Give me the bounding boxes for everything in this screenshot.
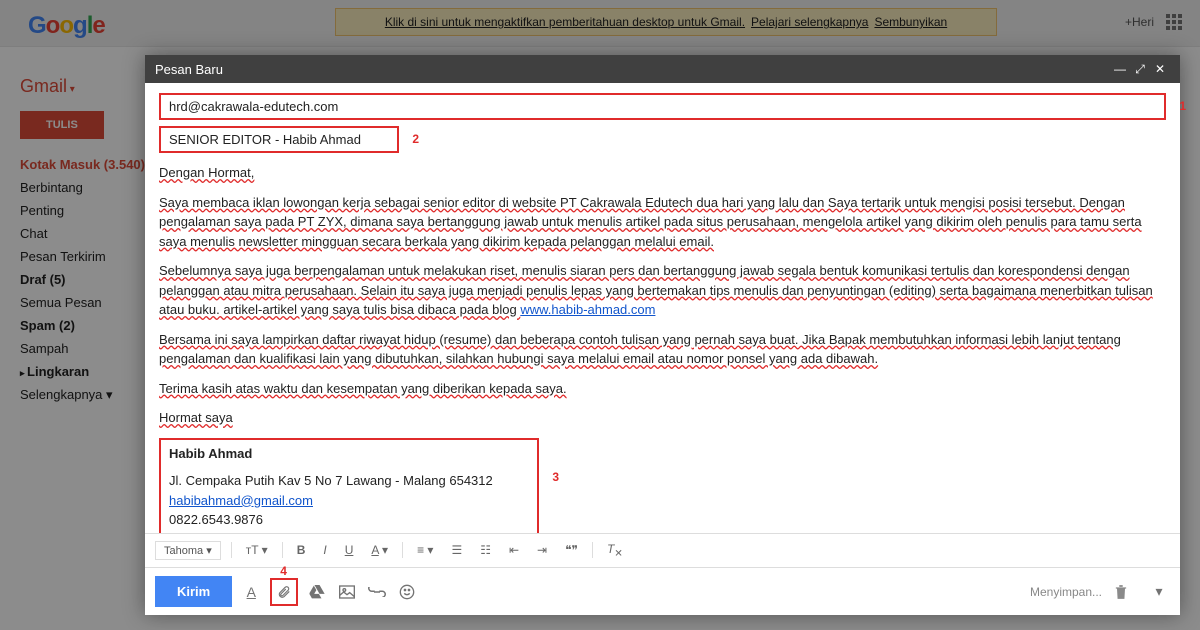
body-p2: Sebelumnya saya juga berpengalaman untuk…: [159, 263, 1153, 317]
send-button[interactable]: Kirim: [155, 576, 232, 607]
google-logo: Google: [28, 12, 105, 40]
drive-icon[interactable]: [306, 581, 328, 603]
user-area: +Heri: [1125, 14, 1182, 30]
sig-name: Habib Ahmad: [169, 444, 529, 464]
format-toolbar: Tahoma ▾ тT ▾ B I U A ▾ ≡ ▾ ☰ ☷ ⇤ ⇥ ❝❞ T…: [145, 533, 1180, 567]
italic-button[interactable]: I: [319, 541, 330, 559]
trash-icon[interactable]: [1110, 581, 1132, 603]
clear-format-button[interactable]: T✕: [603, 540, 627, 561]
annotation-3: 3: [552, 468, 559, 486]
subject-value: SENIOR EDITOR - Habib Ahmad: [169, 132, 361, 147]
notification-learn-link[interactable]: Pelajari selengkapnya: [751, 15, 868, 29]
bold-button[interactable]: B: [293, 541, 310, 559]
annotation-1: 1: [1179, 99, 1186, 113]
body-p1: Saya membaca iklan lowongan kerja sebaga…: [159, 195, 1142, 249]
photo-icon[interactable]: [336, 581, 358, 603]
body-p3: Bersama ini saya lampirkan daftar riwaya…: [159, 332, 1121, 367]
format-toggle-icon[interactable]: A: [240, 581, 262, 603]
link-icon[interactable]: [366, 581, 388, 603]
indent-less-button[interactable]: ⇤: [505, 541, 523, 559]
quote-button[interactable]: ❝❞: [561, 541, 582, 559]
subject-field[interactable]: SENIOR EDITOR - Habib Ahmad 2: [159, 126, 399, 153]
annotation-2: 2: [412, 132, 419, 146]
sig-address: Jl. Cempaka Putih Kav 5 No 7 Lawang - Ma…: [169, 471, 529, 491]
sig-phone: 0822.6543.9876: [169, 510, 529, 530]
annotation-4: 4: [280, 564, 287, 578]
more-options-icon[interactable]: ▾: [1148, 581, 1170, 603]
apps-icon[interactable]: [1166, 14, 1182, 30]
sig-email[interactable]: habibahmad@gmail.com: [169, 493, 313, 508]
user-name[interactable]: +Heri: [1125, 15, 1154, 29]
underline-button[interactable]: U: [341, 541, 358, 559]
signature-box: Habib Ahmad Jl. Cempaka Putih Kav 5 No 7…: [159, 438, 539, 533]
expand-icon[interactable]: ⤢: [1130, 62, 1150, 77]
emoji-icon[interactable]: [396, 581, 418, 603]
compose-title: Pesan Baru: [155, 62, 223, 77]
compose-body[interactable]: Dengan Hormat, Saya membaca iklan lowong…: [145, 159, 1180, 533]
numbered-list-button[interactable]: ☰: [447, 541, 466, 559]
compose-window: Pesan Baru — ⤢ ✕ hrd@cakrawala-edutech.c…: [145, 55, 1180, 615]
body-closing: Hormat saya: [159, 410, 233, 425]
indent-more-button[interactable]: ⇥: [533, 541, 551, 559]
compose-titlebar[interactable]: Pesan Baru — ⤢ ✕: [145, 55, 1180, 83]
minimize-icon[interactable]: —: [1110, 62, 1130, 76]
compose-button[interactable]: TULIS: [20, 111, 104, 139]
align-button[interactable]: ≡ ▾: [413, 541, 437, 559]
attach-icon[interactable]: [273, 581, 295, 603]
blog-link[interactable]: www.habib-ahmad.com: [520, 302, 655, 317]
notification-hide-link[interactable]: Sembunyikan: [874, 15, 947, 29]
notification-enable-link[interactable]: Klik di sini untuk mengaktifkan pemberit…: [385, 15, 745, 29]
font-size-button[interactable]: тT ▾: [242, 541, 272, 559]
send-bar: Kirim A 4 Menyimpan... ▾: [145, 567, 1180, 615]
bullet-list-button[interactable]: ☷: [476, 541, 495, 559]
to-field[interactable]: hrd@cakrawala-edutech.com 1: [159, 93, 1166, 120]
greeting: Dengan Hormat,: [159, 165, 254, 180]
notification-bar: Klik di sini untuk mengaktifkan pemberit…: [335, 8, 997, 36]
close-icon[interactable]: ✕: [1150, 62, 1170, 76]
body-thanks: Terima kasih atas waktu dan kesempatan y…: [159, 381, 567, 396]
saving-status: Menyimpan...: [1030, 585, 1102, 599]
font-select[interactable]: Tahoma ▾: [155, 541, 221, 560]
text-color-button[interactable]: A ▾: [367, 541, 392, 559]
to-value: hrd@cakrawala-edutech.com: [169, 99, 338, 114]
